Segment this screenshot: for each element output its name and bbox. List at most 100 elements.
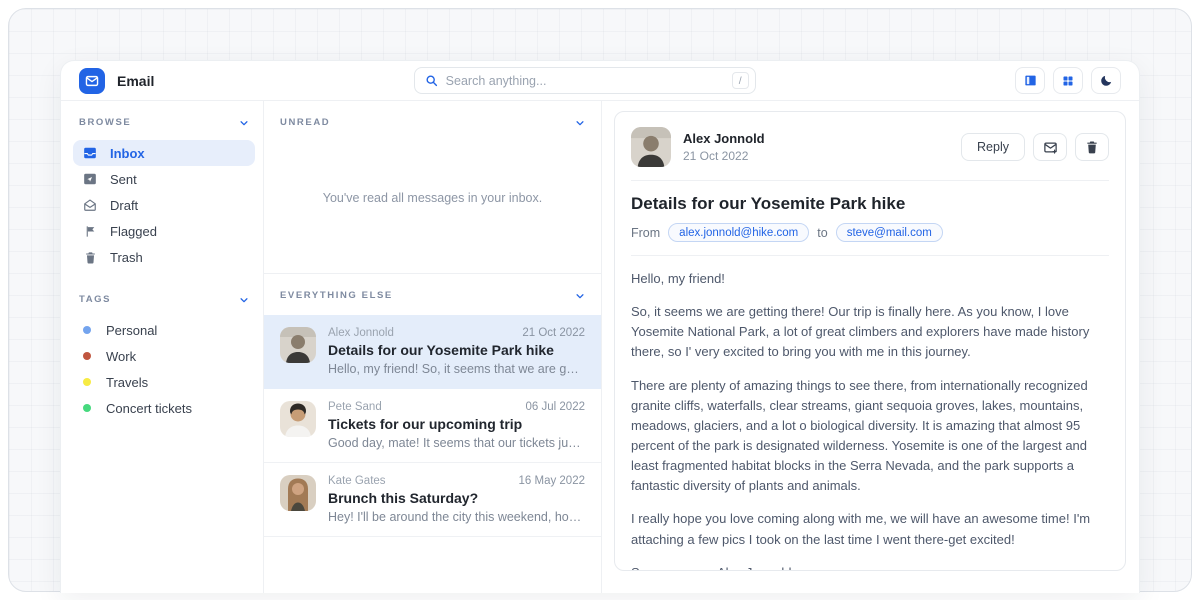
tag-color-dot — [83, 352, 91, 360]
detail-header: Alex Jonnold 21 Oct 2022 Reply — [631, 127, 1109, 167]
tag-item-work[interactable]: Work — [73, 343, 255, 369]
dark-mode-button[interactable] — [1091, 67, 1121, 94]
to-label: to — [817, 226, 827, 240]
draft-icon — [83, 198, 97, 212]
email-app-window: Email / — [60, 60, 1140, 593]
mail-preview: Good day, mate! It seems that our ticket… — [328, 436, 585, 450]
inbox-icon — [83, 146, 97, 160]
delete-button[interactable] — [1075, 133, 1109, 161]
topbar: Email / — [61, 61, 1139, 101]
search-input[interactable] — [446, 74, 724, 88]
reply-button[interactable]: Reply — [961, 133, 1025, 161]
mail-item-body: Kate Gates 16 May 2022 Brunch this Satur… — [328, 475, 585, 524]
detail-actions: Reply — [961, 133, 1109, 161]
reader-mode-button[interactable] — [1015, 67, 1045, 94]
search-area: / — [154, 67, 1015, 94]
chevron-down-icon[interactable] — [575, 291, 585, 301]
sent-icon — [83, 172, 97, 186]
flag-icon — [83, 225, 97, 238]
sidebar-item-flagged[interactable]: Flagged — [73, 218, 255, 244]
body-paragraph: See you soon, Alex Jonnold — [631, 563, 1109, 571]
grid-icon — [1062, 75, 1074, 87]
sidebar-item-label: Trash — [110, 250, 143, 265]
chevron-down-icon[interactable] — [239, 118, 249, 128]
mail-preview: Hello, my friend! So, it seems that we a… — [328, 362, 585, 376]
topbar-actions — [1015, 67, 1121, 94]
tags-label: TAGS — [79, 294, 111, 305]
book-icon — [1024, 74, 1037, 87]
everything-else-section: EVERYTHING ELSE Alex Jonnold 21 Oct — [264, 273, 601, 593]
search-box[interactable]: / — [414, 67, 756, 94]
detail-sender-name: Alex Jonnold — [683, 131, 765, 146]
screenshot: Email / — [0, 0, 1200, 600]
mail-sender: Pete Sand — [328, 401, 382, 413]
mail-plus-icon — [1043, 140, 1058, 155]
divider — [631, 180, 1109, 181]
body-paragraph: Hello, my friend! — [631, 269, 1109, 289]
email-logo-icon — [79, 68, 105, 94]
trash-icon — [1085, 140, 1099, 154]
email-body: Hello, my friend! So, it seems we are ge… — [631, 269, 1109, 571]
tag-item-concert-tickets[interactable]: Concert tickets — [73, 395, 255, 421]
moon-icon — [1100, 74, 1113, 87]
browse-label: BROWSE — [79, 117, 131, 128]
forward-mail-button[interactable] — [1033, 133, 1067, 161]
mail-sender: Kate Gates — [328, 475, 386, 487]
chevron-down-icon[interactable] — [239, 295, 249, 305]
everything-else-header: EVERYTHING ELSE — [264, 274, 601, 301]
mail-subject: Tickets for our upcoming trip — [328, 416, 585, 432]
from-label: From — [631, 226, 660, 240]
unread-section-header: UNREAD — [264, 101, 601, 128]
sidebar: BROWSE Inbox Sent — [61, 101, 264, 593]
tag-color-dot — [83, 326, 91, 334]
mail-date: 06 Jul 2022 — [526, 401, 585, 413]
to-email-chip[interactable]: steve@mail.com — [836, 223, 943, 242]
chevron-down-icon[interactable] — [575, 118, 585, 128]
body-paragraph: I really hope you love coming along with… — [631, 509, 1109, 549]
avatar — [280, 475, 316, 511]
sidebar-item-label: Inbox — [110, 146, 145, 161]
tag-label: Travels — [106, 375, 148, 390]
from-email-chip[interactable]: alex.jonnold@hike.com — [668, 223, 809, 242]
tag-color-dot — [83, 378, 91, 386]
email-detail-pane: Alex Jonnold 21 Oct 2022 Reply — [602, 101, 1139, 593]
sidebar-item-trash[interactable]: Trash — [73, 244, 255, 270]
from-to-line: From alex.jonnold@hike.com to steve@mail… — [631, 223, 1109, 242]
sender-block: Alex Jonnold 21 Oct 2022 — [683, 131, 765, 163]
detail-subject: Details for our Yosemite Park hike — [631, 194, 1109, 214]
search-shortcut-badge: / — [732, 72, 749, 89]
divider — [631, 255, 1109, 256]
trash-icon — [83, 251, 97, 264]
mail-date: 16 May 2022 — [519, 475, 586, 487]
tag-item-personal[interactable]: Personal — [73, 317, 255, 343]
tag-item-travels[interactable]: Travels — [73, 369, 255, 395]
detail-date: 21 Oct 2022 — [683, 149, 765, 163]
sidebar-item-label: Draft — [110, 198, 138, 213]
sidebar-item-label: Sent — [110, 172, 137, 187]
message-list-column: UNREAD You've read all messages in your … — [264, 101, 602, 593]
sidebar-item-draft[interactable]: Draft — [73, 192, 255, 218]
body-paragraph: There are plenty of amazing things to se… — [631, 376, 1109, 497]
search-icon — [425, 74, 438, 87]
mail-item-body: Alex Jonnold 21 Oct 2022 Details for our… — [328, 327, 585, 376]
body-paragraph: So, it seems we are getting there! Our t… — [631, 302, 1109, 362]
main-layout: BROWSE Inbox Sent — [61, 101, 1139, 593]
mail-item-pete-sand[interactable]: Pete Sand 06 Jul 2022 Tickets for our up… — [264, 389, 601, 463]
mail-item-alex-jonnold[interactable]: Alex Jonnold 21 Oct 2022 Details for our… — [264, 315, 601, 389]
sidebar-item-label: Flagged — [110, 224, 157, 239]
sidebar-item-inbox[interactable]: Inbox — [73, 140, 255, 166]
avatar — [631, 127, 671, 167]
everything-else-label: EVERYTHING ELSE — [280, 290, 393, 301]
sidebar-item-sent[interactable]: Sent — [73, 166, 255, 192]
mail-item-body: Pete Sand 06 Jul 2022 Tickets for our up… — [328, 401, 585, 450]
apps-grid-button[interactable] — [1053, 67, 1083, 94]
unread-section: UNREAD You've read all messages in your … — [264, 101, 601, 273]
tags-section-header: TAGS — [73, 294, 255, 305]
mail-item-kate-gates[interactable]: Kate Gates 16 May 2022 Brunch this Satur… — [264, 463, 601, 537]
unread-label: UNREAD — [280, 117, 330, 128]
avatar — [280, 401, 316, 437]
mail-preview: Hey! I'll be around the city this weeken… — [328, 510, 585, 524]
mail-date: 21 Oct 2022 — [522, 327, 585, 339]
mail-sender: Alex Jonnold — [328, 327, 394, 339]
app-title: Email — [117, 73, 154, 89]
